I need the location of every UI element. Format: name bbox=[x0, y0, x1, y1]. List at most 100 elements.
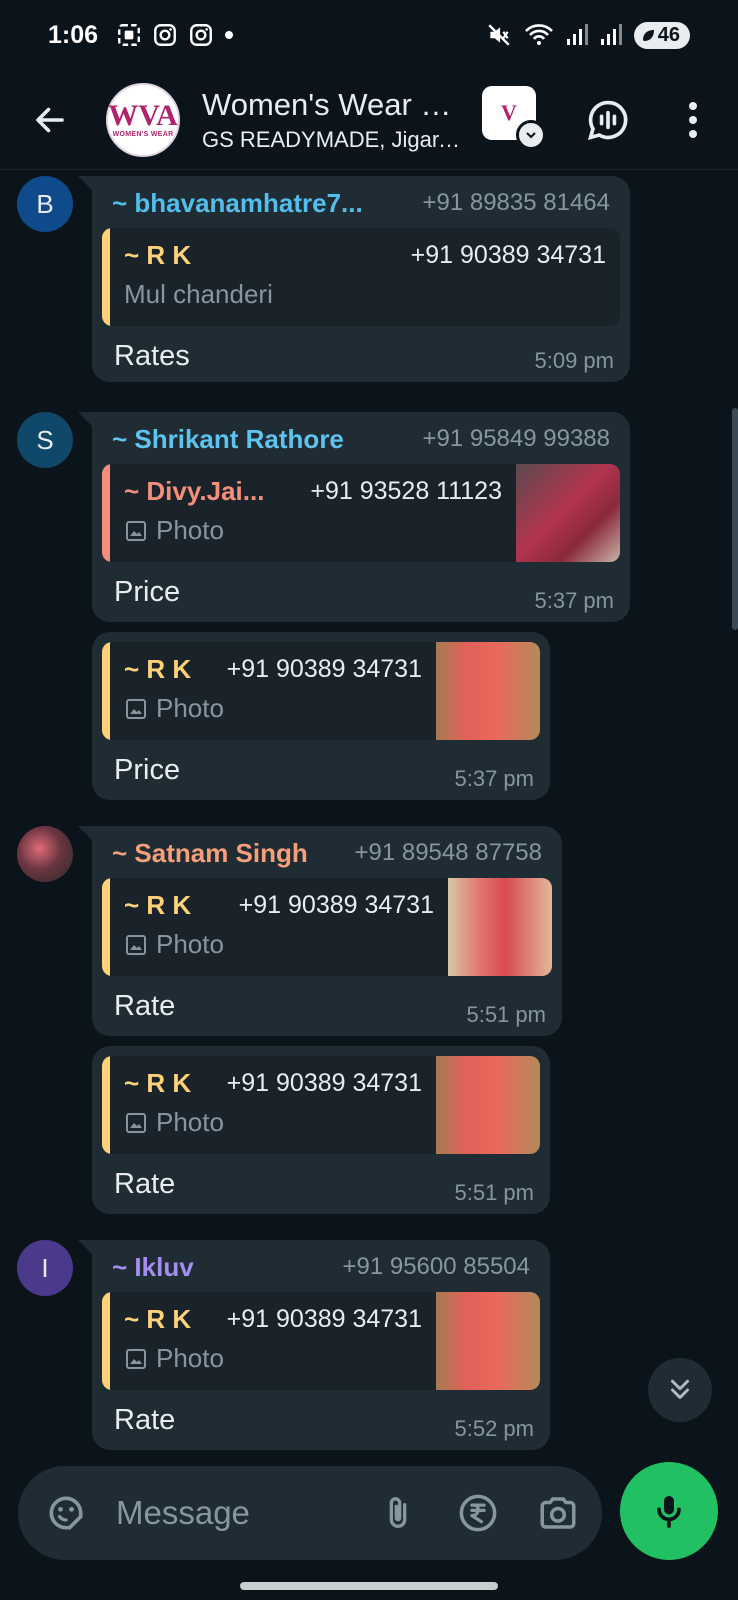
group-members: GS READYMADE, Jigar, You bbox=[202, 126, 462, 152]
quoted-message[interactable]: ~ R K +91 90389 34731 Mul chanderi bbox=[102, 228, 620, 326]
instagram-icon bbox=[190, 24, 212, 46]
sender-name[interactable]: ~ Satnam Singh bbox=[112, 838, 308, 869]
voice-record-button[interactable] bbox=[620, 1462, 718, 1560]
sender-phone: +91 95849 99388 bbox=[422, 425, 610, 452]
photo-thumbnail bbox=[436, 1292, 540, 1390]
attach-button[interactable] bbox=[374, 1489, 422, 1537]
message-list[interactable]: B ~ bhavanamhatre7... +91 89835 81464 ~ … bbox=[0, 170, 738, 1460]
mute-icon bbox=[488, 24, 510, 46]
quote-bar bbox=[102, 642, 110, 740]
quote-text: Photo bbox=[156, 515, 224, 545]
message-composer bbox=[18, 1466, 602, 1560]
quoted-message[interactable]: ~ R K +91 90389 34731 Photo bbox=[102, 1056, 540, 1154]
quote-sender: ~ R K bbox=[124, 1304, 192, 1334]
status-time: 1:06 bbox=[48, 20, 99, 49]
message-input[interactable] bbox=[116, 1494, 374, 1532]
scrollbar[interactable] bbox=[732, 408, 738, 630]
quoted-message[interactable]: ~ R K +91 90389 34731 Photo bbox=[102, 1292, 540, 1390]
voice-chat-icon bbox=[587, 100, 628, 141]
quote-bar bbox=[102, 878, 110, 976]
message-time: 5:51 pm bbox=[466, 1002, 547, 1027]
quoted-message[interactable]: ~ R K +91 90389 34731 Photo bbox=[102, 642, 540, 740]
avatar-letter: B bbox=[36, 188, 54, 219]
payment-button[interactable] bbox=[454, 1489, 502, 1537]
notification-icons bbox=[116, 22, 234, 48]
quote-sender: ~ R K bbox=[124, 890, 192, 920]
community-button[interactable]: V bbox=[482, 86, 546, 150]
quote-phone: +91 90389 34731 bbox=[226, 1305, 422, 1333]
quote-sender: ~ R K bbox=[124, 240, 192, 270]
quote-text: Photo bbox=[156, 1343, 224, 1373]
quote-bar bbox=[102, 464, 110, 562]
community-logo-icon: V bbox=[501, 100, 517, 125]
sender-phone: +91 89548 87758 bbox=[354, 839, 542, 866]
sender-line: ~ Shrikant Rathore +91 95849 99388 bbox=[102, 422, 620, 456]
quote-text: Photo bbox=[156, 693, 224, 723]
quoted-message[interactable]: ~ R K +91 90389 34731 Photo bbox=[102, 878, 552, 976]
quote-sender: ~ Divy.Jai... bbox=[124, 476, 265, 506]
quote-phone: +91 90389 34731 bbox=[238, 891, 434, 919]
message-bubble[interactable]: ~ bhavanamhatre7... +91 89835 81464 ~ R … bbox=[92, 176, 630, 382]
back-button[interactable] bbox=[0, 70, 100, 170]
sticker-icon bbox=[49, 1496, 83, 1530]
camera-button[interactable] bbox=[534, 1489, 582, 1537]
photo-icon bbox=[126, 934, 146, 955]
dot-icon bbox=[225, 31, 234, 39]
chat-header: WVA WOMEN'S WEAR Women's Wear Business C… bbox=[0, 70, 738, 170]
rupee-icon bbox=[459, 1494, 497, 1532]
quote-phone: +91 90389 34731 bbox=[226, 1069, 422, 1097]
message-bubble[interactable]: ~ Shrikant Rathore +91 95849 99388 ~ Div… bbox=[92, 412, 630, 622]
message-bubble[interactable]: ~ Ikluv +91 95600 85504 ~ R K +91 90389 … bbox=[92, 1240, 550, 1450]
avatar-letter: S bbox=[36, 424, 54, 455]
sender-line: ~ bhavanamhatre7... +91 89835 81464 bbox=[102, 186, 620, 220]
quote-bar bbox=[102, 1056, 110, 1154]
quote-text: Photo bbox=[156, 929, 224, 959]
battery-indicator: 46 bbox=[633, 21, 690, 49]
avatar[interactable] bbox=[17, 826, 73, 882]
logo-mark: WVA bbox=[108, 99, 178, 132]
sender-phone: +91 89835 81464 bbox=[422, 189, 610, 216]
sticker-button[interactable] bbox=[42, 1489, 90, 1537]
group-info[interactable]: Women's Wear Business Community GS READY… bbox=[202, 87, 462, 153]
sender-phone: +91 95600 85504 bbox=[342, 1253, 530, 1280]
battery-level: 46 bbox=[657, 23, 680, 46]
avatar[interactable]: I bbox=[17, 1240, 73, 1296]
photo-icon bbox=[126, 698, 146, 719]
avatar[interactable]: S bbox=[17, 412, 73, 468]
instagram-icon bbox=[154, 24, 176, 46]
quote-text: Photo bbox=[156, 1107, 224, 1137]
message-time: 5:52 pm bbox=[454, 1416, 535, 1441]
logo-text: WOMEN'S WEAR bbox=[112, 131, 174, 138]
avatar-letter: I bbox=[41, 1252, 49, 1283]
sender-line: ~ Ikluv +91 95600 85504 bbox=[102, 1250, 540, 1284]
sender-line: ~ Satnam Singh +91 89548 87758 bbox=[102, 836, 552, 870]
chevron-down-icon bbox=[516, 120, 546, 150]
more-vertical-icon bbox=[689, 102, 697, 138]
paperclip-icon bbox=[389, 1497, 407, 1528]
photo-thumbnail bbox=[516, 464, 620, 562]
double-chevron-down-icon bbox=[671, 1379, 689, 1399]
quoted-message[interactable]: ~ Divy.Jai... +91 93528 11123 Photo bbox=[102, 464, 620, 562]
voice-chat-button[interactable] bbox=[580, 92, 636, 148]
sender-name[interactable]: ~ Ikluv bbox=[112, 1252, 194, 1283]
photo-thumbnail bbox=[436, 1056, 540, 1154]
message-bubble[interactable]: ~ R K +91 90389 34731 Photo Price 5:37 p… bbox=[92, 632, 550, 800]
scroll-to-bottom-button[interactable] bbox=[648, 1358, 712, 1422]
photo-icon bbox=[126, 520, 146, 541]
quote-sender: ~ R K bbox=[124, 1068, 192, 1098]
quote-sender: ~ R K bbox=[124, 654, 192, 684]
message-bubble[interactable]: ~ Satnam Singh +91 89548 87758 ~ R K +91… bbox=[92, 826, 562, 1036]
sender-name[interactable]: ~ Shrikant Rathore bbox=[112, 424, 344, 455]
signal-icon bbox=[566, 24, 588, 45]
group-avatar[interactable]: WVA WOMEN'S WEAR bbox=[106, 82, 180, 157]
message-time: 5:37 pm bbox=[454, 766, 535, 791]
camera-icon bbox=[540, 1497, 576, 1529]
message-bubble[interactable]: ~ R K +91 90389 34731 Photo Rate 5:51 pm bbox=[92, 1046, 550, 1214]
microphone-icon bbox=[657, 1496, 681, 1528]
photo-icon bbox=[126, 1112, 146, 1133]
avatar[interactable]: B bbox=[17, 176, 73, 232]
status-bar: 1:06 46 bbox=[0, 0, 738, 70]
home-indicator[interactable] bbox=[240, 1582, 498, 1590]
sender-name[interactable]: ~ bhavanamhatre7... bbox=[112, 188, 363, 219]
more-options-button[interactable] bbox=[665, 92, 721, 148]
